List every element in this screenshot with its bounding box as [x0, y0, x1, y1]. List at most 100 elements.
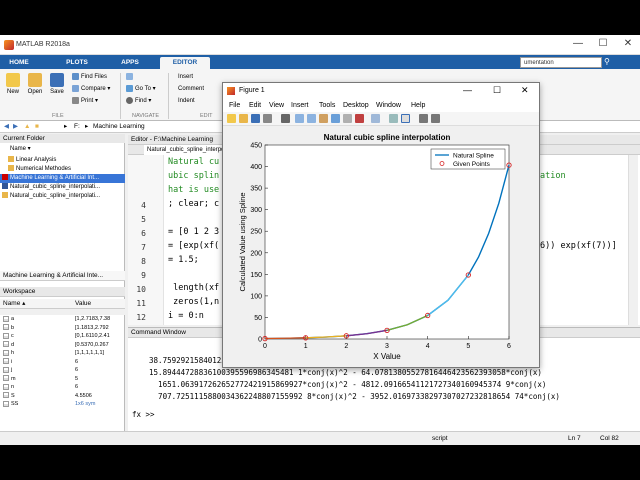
- list-item[interactable]: Machine Learning & Artificial Int...: [0, 174, 125, 183]
- browse-folder-icon[interactable]: ■: [35, 121, 39, 132]
- open-button[interactable]: Open: [24, 73, 46, 95]
- y-tick-label: 0: [258, 337, 262, 344]
- path-drive[interactable]: F:: [74, 121, 80, 132]
- table-row[interactable]: a [1,2.7183,7.38: [0, 315, 125, 324]
- insert-label: Insert: [178, 74, 194, 80]
- table-row[interactable]: n6: [0, 383, 125, 392]
- menu-view[interactable]: View: [269, 99, 284, 112]
- code-line[interactable]: ubic splin: [168, 171, 219, 181]
- back-icon[interactable]: ◀: [4, 121, 9, 132]
- x-tick-label: 5: [466, 343, 470, 350]
- table-row[interactable]: i6: [0, 358, 125, 367]
- code-line[interactable]: length(xf: [168, 283, 219, 293]
- new-button[interactable]: New: [2, 73, 24, 95]
- menu-file[interactable]: File: [229, 99, 240, 112]
- grid-icon: [3, 400, 9, 407]
- column-header-name[interactable]: Name ▾: [0, 145, 125, 154]
- menu-edit[interactable]: Edit: [249, 99, 261, 112]
- list-item[interactable]: Linear Analysis: [0, 156, 125, 165]
- edit-plot-icon[interactable]: [281, 114, 290, 123]
- hide-plot-tools-icon[interactable]: [419, 114, 428, 123]
- insert-colorbar-icon[interactable]: [389, 114, 398, 123]
- insert-button[interactable]: Insert: [178, 73, 193, 82]
- new-figure-icon[interactable]: [227, 114, 236, 123]
- table-row[interactable]: c [0,1.6110,2.41: [0, 332, 125, 341]
- pan-icon[interactable]: [319, 114, 328, 123]
- up-folder-icon[interactable]: ▲: [24, 121, 30, 132]
- line-number-gutter: 4 5 6 7 8 9 10 11 12: [128, 155, 164, 325]
- matlab-logo-icon: [4, 40, 14, 50]
- figure-window: Figure 1 — ☐ ✕ File Edit View Insert Too…: [222, 82, 540, 368]
- data-cursor-icon[interactable]: [343, 114, 352, 123]
- comment-button[interactable]: Comment: [178, 85, 204, 94]
- file-name: Numerical Methodes: [16, 166, 72, 172]
- list-item[interactable]: Natural_cubic_spline_interpolati...: [0, 183, 125, 192]
- editor-scrollbar[interactable]: [628, 155, 638, 325]
- code-line[interactable]: ; clear; c: [168, 199, 219, 209]
- search-icon[interactable]: ⚲: [604, 57, 614, 67]
- save-figure-icon[interactable]: [251, 114, 260, 123]
- list-item[interactable]: Numerical Methodes: [0, 165, 125, 174]
- find-button[interactable]: Find ▾: [126, 97, 151, 106]
- close-button[interactable]: ✕: [620, 38, 636, 49]
- column-header-value[interactable]: Value: [75, 299, 91, 309]
- code-line[interactable]: = 1.5;: [168, 255, 199, 265]
- tab-plots[interactable]: PLOTS: [60, 57, 94, 69]
- code-line[interactable]: Natural cu: [168, 157, 219, 167]
- column-header-name[interactable]: Name ▴: [3, 300, 25, 307]
- table-row[interactable]: d [0.5370,0.267: [0, 341, 125, 350]
- insert-legend-icon[interactable]: [401, 114, 410, 123]
- zoom-out-icon[interactable]: [307, 114, 316, 123]
- goto-button[interactable]: Go To ▾: [126, 85, 156, 94]
- brush-icon[interactable]: [355, 114, 364, 123]
- spline-chart[interactable]: 0 1 2 3 4 5 6 0 50 100 150 200 250 300 350 400 450 Natura…: [223, 127, 539, 367]
- menu-desktop[interactable]: Desktop: [343, 99, 369, 112]
- find-files-button[interactable]: Find Files: [72, 73, 107, 82]
- code-line[interactable]: = [exp(xf(: [168, 241, 219, 251]
- navigate-icon-button[interactable]: [126, 73, 135, 82]
- figure-minimize-button[interactable]: —: [463, 85, 472, 95]
- table-row[interactable]: SS 1x6 sym: [0, 400, 125, 409]
- search-input[interactable]: [520, 57, 602, 68]
- code-line[interactable]: i = 0:n: [168, 311, 204, 321]
- menu-tools[interactable]: Tools: [319, 99, 335, 112]
- tab-editor[interactable]: EDITOR: [160, 57, 210, 69]
- tab-home[interactable]: HOME: [4, 57, 34, 69]
- minimize-button[interactable]: —: [570, 38, 586, 49]
- code-line[interactable]: hat is use: [168, 185, 219, 195]
- file-name: Natural_cubic_spline_interpolati...: [10, 193, 101, 199]
- table-row[interactable]: S 4.5506: [0, 392, 125, 401]
- open-file-icon[interactable]: [239, 114, 248, 123]
- zoom-in-icon[interactable]: [295, 114, 304, 123]
- menu-insert[interactable]: Insert: [291, 99, 309, 112]
- var-name: c: [11, 333, 14, 339]
- indent-button[interactable]: Indent: [178, 97, 195, 106]
- table-row[interactable]: h [1,1,1,1,1,1]: [0, 349, 125, 358]
- print-figure-icon[interactable]: [263, 114, 272, 123]
- code-line[interactable]: = [0 1 2 3: [168, 227, 219, 237]
- compare-button[interactable]: Compare ▾: [72, 85, 110, 94]
- menu-help[interactable]: Help: [411, 99, 425, 112]
- link-icon[interactable]: [371, 114, 380, 123]
- table-row[interactable]: b [1.1813,2.792: [0, 324, 125, 333]
- print-button[interactable]: Print ▾: [72, 97, 98, 106]
- forward-icon[interactable]: ▶: [13, 121, 18, 132]
- table-row[interactable]: m5: [0, 375, 125, 384]
- command-prompt[interactable]: fx >>: [132, 410, 155, 419]
- tab-apps[interactable]: APPS: [115, 57, 145, 69]
- save-button[interactable]: Save: [46, 73, 68, 95]
- maximize-button[interactable]: ☐: [595, 38, 611, 49]
- code-line[interactable]: zeros(1,n: [168, 297, 219, 307]
- group-file-label: FILE: [52, 113, 64, 119]
- axes-box: [264, 144, 510, 340]
- editor-file-tab[interactable]: Natural_cubic_spline_interpo: [144, 145, 228, 155]
- table-row[interactable]: j6: [0, 366, 125, 375]
- list-item[interactable]: Natural_cubic_spline_interpolati...: [0, 192, 125, 201]
- show-plot-tools-icon[interactable]: [431, 114, 440, 123]
- figure-maximize-button[interactable]: ☐: [493, 85, 501, 96]
- rotate-icon[interactable]: [331, 114, 340, 123]
- line-number: 10: [136, 285, 146, 294]
- figure-close-button[interactable]: ✕: [521, 85, 529, 96]
- menu-window[interactable]: Window: [376, 99, 401, 112]
- path-folder[interactable]: Machine Learning: [93, 121, 145, 132]
